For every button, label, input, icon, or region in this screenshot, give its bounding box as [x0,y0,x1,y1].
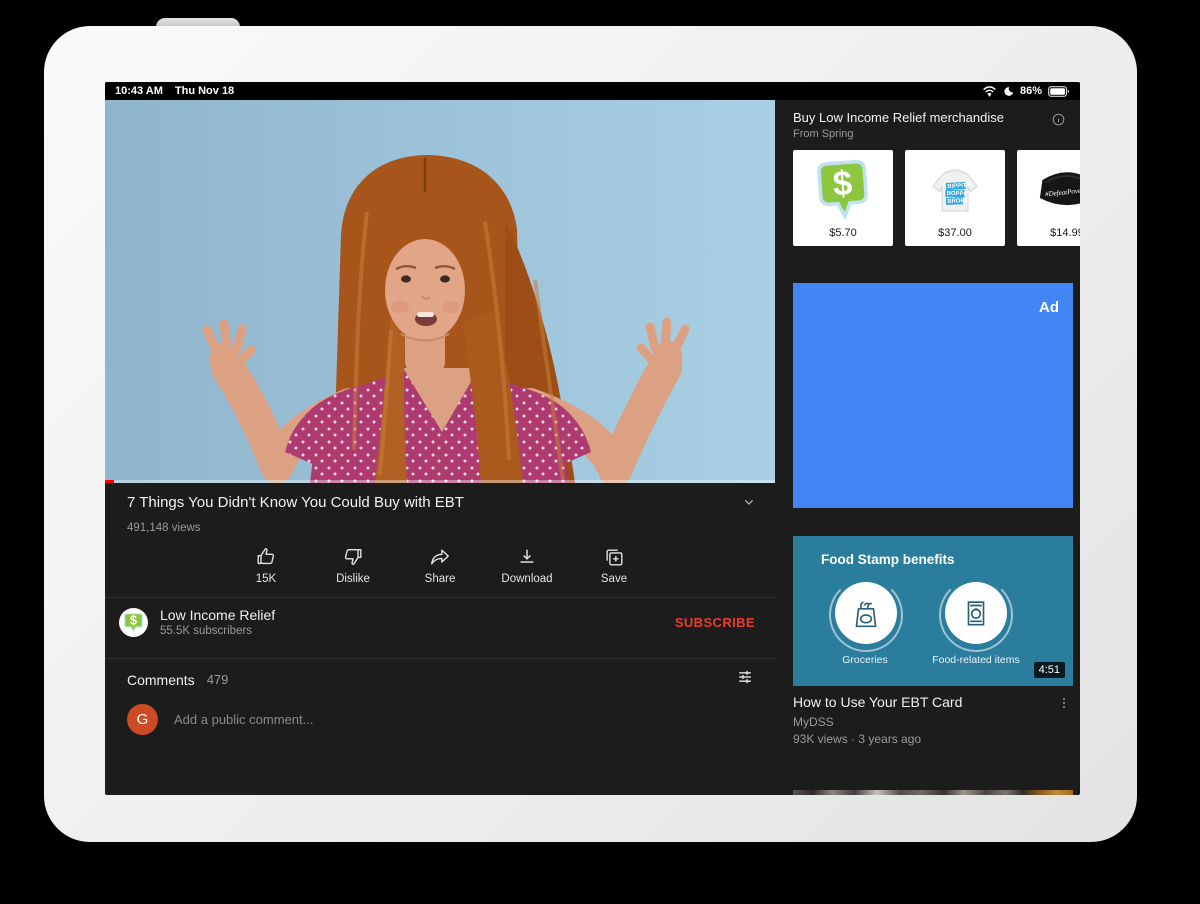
status-time: 10:43 AM [115,85,163,97]
share-icon [429,546,451,568]
merch-price: $14.99 [1050,227,1080,246]
food-items-label: Food-related items [921,654,1031,666]
merch-subtitle: From Spring [793,128,1050,140]
merch-item-sticker[interactable]: $ $5.70 [793,150,893,246]
share-label: Share [425,573,456,585]
subscribe-button[interactable]: SUBSCRIBE [675,615,755,630]
video-player[interactable] [105,100,775,483]
save-label: Save [601,573,627,585]
info-icon[interactable] [1051,112,1066,132]
comments-count: 479 [207,672,735,687]
action-bar: 15K Dislike Share Download [105,546,775,585]
dislike-button[interactable]: Dislike [310,546,397,585]
like-count: 15K [256,573,276,585]
channel-avatar: $ [119,608,148,637]
merch-item-hoodie[interactable]: BIPPITY BOPPITY BROKE. $37.00 [905,150,1005,246]
merch-header: Buy Low Income Relief merchandise From S… [793,110,1080,140]
groceries-label: Groceries [815,654,915,666]
chevron-down-icon[interactable] [741,494,757,515]
thumbnail-title: Food Stamp benefits [821,552,955,567]
channel-name: Low Income Relief [160,607,675,623]
hoodie-text-line2: BOPPITY [947,190,973,197]
video-progress-played [105,480,114,483]
video-title: 7 Things You Didn't Know You Could Buy w… [127,494,464,512]
channel-subscribers: 55.5K subscribers [160,625,675,637]
suggested-video-meta[interactable]: How to Use Your EBT Card MyDSS 93K views… [793,694,1073,746]
share-button[interactable]: Share [397,546,484,585]
status-bar: 10:43 AM Thu Nov 18 86% [105,82,1080,100]
hoodie-text-line1: BIPPITY [947,182,970,189]
user-avatar: G [127,704,158,735]
view-count: 491,148 views [105,515,775,534]
video-progress-bar[interactable] [105,480,775,483]
sidebar: Buy Low Income Relief merchandise From S… [775,100,1080,795]
dislike-label: Dislike [336,573,370,585]
kebab-menu-icon[interactable] [1057,694,1071,717]
screen: 10:43 AM Thu Nov 18 86% [105,82,1080,795]
download-label: Download [501,573,552,585]
ad-banner[interactable]: Ad [793,283,1073,508]
fanny-pack-image: #DefeatPoverty [1036,150,1080,227]
suggested-video-thumbnail[interactable]: Food Stamp benefits Groceries Food-relat… [793,536,1073,686]
thumbs-down-icon [342,546,364,568]
download-icon [516,546,538,568]
channel-row[interactable]: $ Low Income Relief 55.5K subscribers SU… [105,598,775,646]
ad-label: Ad [1039,299,1059,316]
suggested-video-title: How to Use Your EBT Card [793,694,1051,710]
next-video-thumbnail-partial[interactable] [793,790,1073,795]
suggested-video-views: 93K views · 3 years ago [793,732,1051,746]
suggested-video-channel: MyDSS [793,715,1051,729]
wifi-icon [982,85,997,97]
save-button[interactable]: Save [571,546,658,585]
video-frame-illustration [105,100,775,483]
food-items-circle [945,582,1007,644]
battery-percent: 86% [1020,85,1042,97]
comments-sort-icon[interactable] [735,667,755,692]
hoodie-text-line3: BROKE. [947,198,971,205]
merch-price: $5.70 [829,227,857,246]
comments-label: Comments [127,672,195,688]
save-playlist-icon [603,546,625,568]
merch-item-fanny-pack[interactable]: #DefeatPoverty $14.99 [1017,150,1080,246]
sticker-dollar: $ [832,164,854,203]
hoodie-image: BIPPITY BOPPITY BROKE. [924,150,986,227]
do-not-disturb-moon-icon [1003,86,1014,97]
merch-title: Buy Low Income Relief merchandise [793,110,1050,125]
status-date: Thu Nov 18 [175,85,234,97]
merch-carousel: $ $5.70 [793,150,1080,246]
like-button[interactable]: 15K [223,546,310,585]
add-comment-row[interactable]: G Add a public comment... [105,692,775,735]
comments-header: Comments 479 [105,659,775,692]
comment-input-placeholder: Add a public comment... [174,712,313,727]
download-button[interactable]: Download [484,546,571,585]
battery-icon [1048,86,1070,97]
duration-badge: 4:51 [1034,662,1065,678]
merch-price: $37.00 [938,227,972,246]
page-background: 10:43 AM Thu Nov 18 86% [0,0,1200,904]
sticker-image: $ [814,150,872,227]
channel-logo-dollar: $ [130,613,137,627]
groceries-circle [835,582,897,644]
thumbs-up-icon [255,546,277,568]
